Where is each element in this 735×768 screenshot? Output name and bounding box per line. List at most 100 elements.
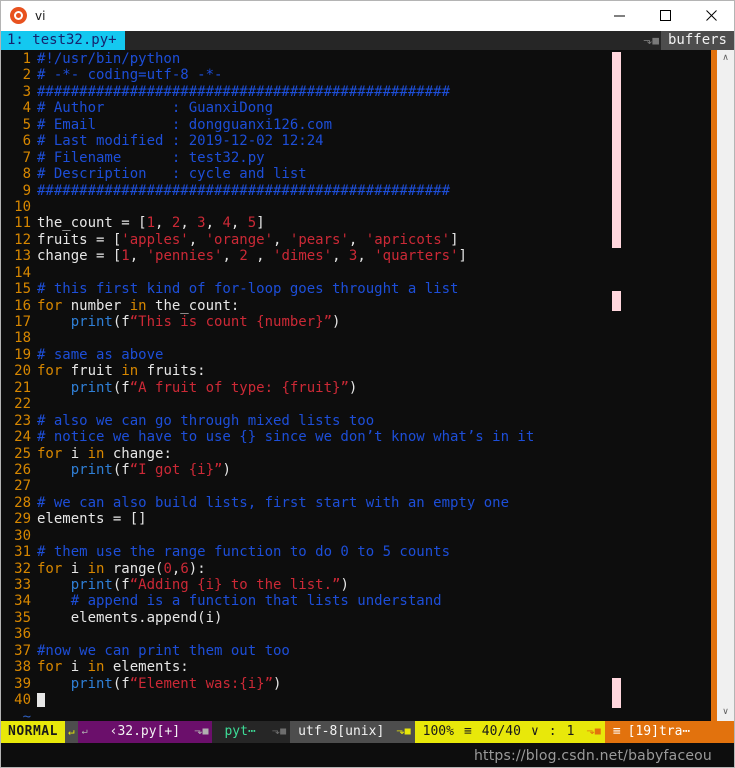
code-token: , <box>247 248 274 265</box>
code-line: 5 # Email : dongguanxi126.com <box>1 117 711 133</box>
text-cursor <box>37 693 45 708</box>
line-number: 13 <box>14 248 31 265</box>
status-tail-group: ≡ [19]tra⋯ <box>604 721 734 743</box>
code-line: 22 <box>1 396 711 412</box>
watermark-text: https://blog.csdn.net/babyfaceou <box>473 748 712 764</box>
code-token: 'orange' <box>205 231 274 248</box>
code-token: (f <box>112 314 130 330</box>
minimize-button[interactable] <box>596 1 642 30</box>
code-line: 19 # same as above <box>1 347 711 363</box>
code-token: for <box>37 560 63 577</box>
code-token: in <box>87 659 105 676</box>
inner-scrollbar-thumb-top[interactable] <box>612 52 621 248</box>
line-number: 21 <box>14 379 31 396</box>
line-number: 12 <box>14 231 31 248</box>
code-line: 29 elements = [] <box>1 511 711 527</box>
code-line: 2 # -*- coding=utf-8 -*- <box>1 67 711 83</box>
maximize-button[interactable] <box>642 1 688 30</box>
code-token: 2 <box>239 248 248 265</box>
code-token: (f <box>112 577 130 593</box>
line-number: 38 <box>14 659 31 676</box>
code-token: the_count = [ <box>37 215 147 232</box>
inner-scrollbar-thumb-bottom[interactable] <box>612 291 621 311</box>
tabline-separator-icon: ⬎■ <box>643 31 661 50</box>
status-encoding-sep-icon: ⬎■ <box>392 721 415 743</box>
code-token: (f <box>112 675 130 692</box>
line-number: 35 <box>14 609 31 626</box>
code-line: 3 #######################################… <box>1 84 711 100</box>
code-line: 31 # them use the range function to do 0 … <box>1 544 711 560</box>
code-token: # them use the range function to do 0 to… <box>37 544 451 561</box>
code-token: elements: <box>104 659 189 676</box>
window-titlebar: vi <box>1 1 734 31</box>
status-line-position: 40/40 <box>481 724 521 739</box>
line-number: 40 <box>14 692 31 709</box>
code-token: # append is a function that lists unders… <box>37 593 442 610</box>
code-token: “A fruit of type: {fruit}” <box>129 379 349 396</box>
code-token: for <box>37 659 63 676</box>
code-token: 'dimes' <box>273 248 333 265</box>
code-token: # Email : dongguanxi126.com <box>37 116 333 133</box>
code-line: 1 #!/usr/bin/python <box>1 51 711 67</box>
code-token: , <box>230 215 248 232</box>
code-token: in <box>129 297 147 314</box>
tabline-buffers-label[interactable]: buffers <box>660 31 734 50</box>
scroll-down-arrow-icon[interactable]: ∨ <box>722 704 729 721</box>
scroll-up-arrow-icon[interactable]: ∧ <box>722 50 729 67</box>
code-token: 'apricots' <box>365 231 451 248</box>
code-token: # this first kind of for-loop goes throu… <box>37 281 459 298</box>
window-scrollbar[interactable]: ∧ ∨ <box>717 50 734 721</box>
code-token: 'quarters' <box>374 248 459 265</box>
line-number: 4 <box>22 100 31 117</box>
bottom-filler: https://blog.csdn.net/babyfaceou <box>1 743 734 767</box>
code-line: 7 # Filename : test32.py <box>1 150 711 166</box>
status-file-arrow-icon: ↵ <box>77 721 92 743</box>
code-token: ] <box>458 248 467 265</box>
code-text-area[interactable]: 1 #!/usr/bin/python 2 # -*- coding=utf-8 -*… <box>1 50 711 721</box>
code-line: 24 # notice we have to use {} since we do… <box>1 429 711 445</box>
line-number: 30 <box>14 527 31 544</box>
code-token: ] <box>450 231 459 248</box>
code-line: 33 print(f“Adding {i} to the list.”) <box>1 577 711 593</box>
close-button[interactable] <box>688 1 734 30</box>
vi-window: vi 1: test32.py+ ⬎■ buffers 1 #!/usr/bin/… <box>0 0 735 768</box>
code-line: 38 for i in elements: <box>1 659 711 675</box>
lines-icon: ≡ <box>463 724 472 739</box>
line-number: 27 <box>14 478 31 495</box>
line-number: 32 <box>14 560 31 577</box>
code-token: # same as above <box>37 346 164 363</box>
tab-test32-py[interactable]: 1: test32.py+ <box>1 31 125 50</box>
code-token: print <box>70 577 113 593</box>
line-number: 20 <box>14 363 31 380</box>
code-token: #!/usr/bin/python <box>37 51 181 67</box>
code-token: ########################################… <box>37 182 451 199</box>
code-token: , <box>205 215 223 232</box>
code-token: ) <box>348 379 358 396</box>
line-number: 36 <box>14 626 31 643</box>
tail-lines-icon: ≡ <box>612 724 621 739</box>
line-number: 5 <box>22 116 31 133</box>
code-token: , <box>357 248 375 265</box>
line-number: 19 <box>14 346 31 363</box>
line-number: 37 <box>14 642 31 659</box>
status-filename: ‹32.py[+] <box>91 721 191 743</box>
code-line: 10 <box>1 199 711 215</box>
code-line: 18 <box>1 330 711 346</box>
code-token: , <box>129 248 147 265</box>
line-number: 28 <box>14 494 31 511</box>
status-filetype-sep-icon: ⬎■ <box>267 721 291 743</box>
titlebar-left: vi <box>1 7 596 24</box>
code-line: 6 # Last modified : 2019-12-02 12:24 <box>1 133 711 149</box>
status-filetype: pyt⋯ <box>212 721 268 743</box>
line-number: 39 <box>14 675 31 692</box>
code-token: , <box>273 231 290 248</box>
inner-scrollbar-thumb-lower[interactable] <box>612 678 621 708</box>
code-line: 14 <box>1 265 711 281</box>
code-token: , <box>188 231 206 248</box>
code-token: ): <box>188 560 206 577</box>
code-token: # we can also build lists, first start w… <box>37 494 510 511</box>
code-line: 21 print(f“A fruit of type: {fruit}”) <box>1 380 711 396</box>
code-token: 6 <box>180 560 189 577</box>
